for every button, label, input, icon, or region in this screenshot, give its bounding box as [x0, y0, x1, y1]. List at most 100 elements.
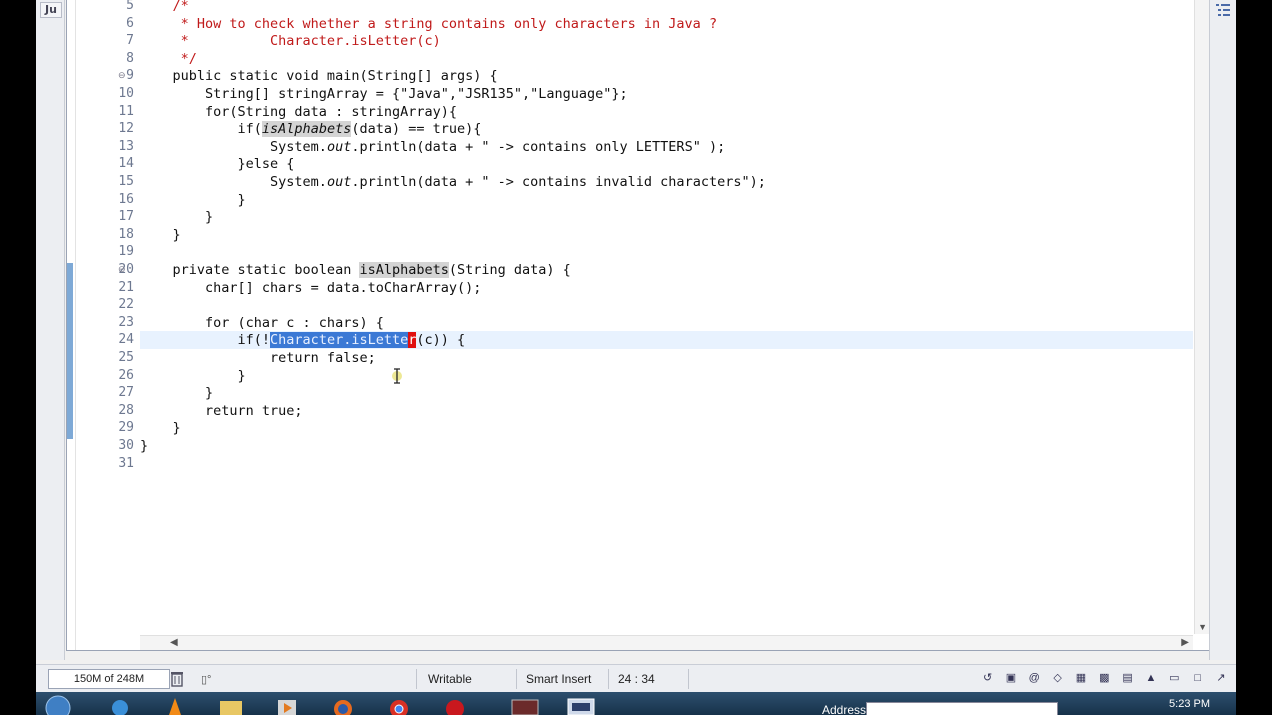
maximize-icon[interactable]: □ — [1191, 671, 1205, 685]
left-trim: Ju — [36, 0, 65, 660]
line-number: 5 — [126, 0, 134, 13]
code-line[interactable]: if(isAlphabets(data) == true){ — [140, 120, 481, 138]
code-token: (String data) { — [448, 262, 571, 278]
vlc-app-icon[interactable] — [154, 692, 196, 715]
garbage-collect-icon[interactable] — [170, 670, 184, 688]
code-line[interactable]: public static void main(String[] args) { — [140, 67, 498, 85]
address-input[interactable] — [866, 702, 1058, 715]
code-line[interactable]: } — [140, 367, 246, 385]
line-number: 22 — [118, 297, 134, 313]
right-trim — [1209, 0, 1236, 660]
declaration-icon[interactable]: ▦ — [1074, 671, 1088, 685]
code-line[interactable]: char[] chars = data.toCharArray(); — [140, 279, 481, 297]
code-line[interactable]: return false; — [140, 349, 376, 367]
vertical-scrollbar[interactable]: ▼ — [1194, 0, 1209, 634]
horizontal-scrollbar[interactable]: ◀ ▶ — [140, 635, 1193, 650]
code-token: out — [326, 174, 352, 190]
pin-icon[interactable]: ↗ — [1214, 671, 1228, 685]
code-token: isAlphabets — [261, 121, 352, 138]
javadoc-icon[interactable]: ◇ — [1051, 671, 1065, 685]
code-line[interactable]: /* — [140, 0, 189, 15]
code-area[interactable]: /* * How to check whether a string conta… — [140, 0, 1193, 634]
code-line[interactable]: System.out.println(data + " -> contains … — [140, 173, 766, 191]
address-toolbar-label: Address — [822, 703, 867, 715]
line-number: 19 — [118, 244, 134, 260]
code-token: }else { — [140, 156, 295, 173]
fold-toggle-icon[interactable]: ⊖ — [118, 71, 127, 80]
code-line[interactable]: }else { — [140, 155, 295, 173]
eclipse-window: Ju 5 6 7 8 9 ⊖ 10 11 12 13 14 15 16 17 18 19 20 ⊖ 21 22 23 24… — [36, 0, 1236, 715]
scroll-left-arrow-icon[interactable]: ◀ — [170, 637, 178, 648]
problems-icon[interactable]: ▲ — [1144, 671, 1158, 685]
chrome-app-icon[interactable] — [378, 692, 420, 715]
at-icon[interactable]: @ — [1027, 671, 1041, 685]
code-line[interactable]: for (char c : chars) { — [140, 314, 384, 332]
code-line[interactable]: } — [140, 419, 181, 437]
quick-tip-icon[interactable]: ▯° — [201, 670, 211, 690]
code-token: .println(data + " -> contains invalid ch… — [351, 174, 766, 190]
line-number: 30 — [118, 438, 134, 453]
line-number: 7 — [126, 33, 134, 49]
console-icon[interactable]: ▩ — [1097, 671, 1111, 685]
code-line[interactable]: } — [140, 208, 213, 226]
fold-toggle-icon[interactable]: ⊖ — [118, 265, 127, 274]
code-line[interactable]: * Character.isLetter(c) — [140, 32, 441, 50]
ie-app-icon[interactable] — [98, 692, 140, 715]
code-line[interactable]: * How to check whether a string contains… — [140, 15, 717, 33]
eclipse-app-icon[interactable] — [560, 692, 602, 715]
code-token: for (char c : chars) { — [140, 314, 384, 331]
code-line[interactable]: for(String data : stringArray){ — [140, 103, 457, 121]
status-separator — [688, 669, 689, 689]
monitor-icon[interactable]: ▣ — [1004, 671, 1018, 685]
code-token: return false; — [140, 350, 376, 366]
code-line[interactable]: System.out.println(data + " -> contains … — [140, 138, 725, 156]
code-token: } — [140, 367, 246, 384]
system-clock[interactable]: 5:23 PM — [1169, 698, 1210, 710]
code-line[interactable]: private static boolean isAlphabets(Strin… — [140, 261, 571, 279]
line-number: 9 — [126, 68, 134, 84]
junit-view-tab[interactable]: Ju — [40, 2, 62, 18]
screen-recorder-app-icon[interactable] — [434, 692, 476, 715]
current-code-line[interactable]: if(!Character.isLetter(c)) { — [140, 331, 1193, 350]
java-editor[interactable]: 5 6 7 8 9 ⊖ 10 11 12 13 14 15 16 17 18 19 20 ⊖ 21 22 23 24 25 2… — [66, 0, 1210, 651]
line-number: 12 — [118, 121, 134, 137]
code-token: System. — [140, 174, 327, 190]
scroll-down-arrow-icon[interactable]: ▼ — [1198, 622, 1207, 632]
line-number: 24 — [118, 332, 134, 348]
link-icon[interactable]: ↺ — [981, 671, 995, 685]
media-player-app-icon[interactable] — [266, 692, 308, 715]
firefox-app-icon[interactable] — [322, 692, 364, 715]
code-line[interactable]: return true; — [140, 402, 303, 420]
code-token: System. — [140, 138, 327, 155]
minimize-icon[interactable]: ▭ — [1167, 671, 1181, 685]
range-indicator — [67, 263, 73, 439]
code-line[interactable]: */ — [140, 50, 197, 68]
code-token: } — [140, 209, 214, 226]
code-token: (data) == true){ — [351, 121, 482, 138]
code-line[interactable]: } — [140, 437, 148, 455]
perspective-toolbar: ↺ ▣ @ ◇ ▦ ▩ ▤ ▲ ▭ □ ↗ — [975, 670, 1228, 688]
line-number: 27 — [118, 385, 134, 401]
line-number: 6 — [126, 15, 134, 31]
code-token: for(String data : stringArray){ — [140, 103, 457, 120]
code-line[interactable]: String[] stringArray = {"Java","JSR135",… — [140, 85, 628, 103]
code-line[interactable]: } — [140, 226, 181, 244]
code-token: isAlphabets — [359, 262, 449, 278]
status-separator — [416, 669, 417, 689]
camtasia-app-icon[interactable] — [504, 692, 546, 715]
code-line[interactable]: } — [140, 191, 246, 209]
start-button-icon[interactable] — [42, 692, 74, 715]
code-line[interactable]: } — [140, 384, 213, 402]
code-token: } — [140, 226, 181, 243]
progress-icon[interactable]: ▤ — [1121, 671, 1135, 685]
heap-status[interactable]: 150M of 248M — [48, 669, 170, 689]
code-token: public static void main(String[] args) { — [140, 68, 498, 85]
outline-view-icon[interactable] — [1215, 2, 1231, 20]
scroll-right-arrow-icon[interactable]: ▶ — [1181, 637, 1189, 648]
selected-text: Character.isLette — [270, 332, 409, 349]
code-token: } — [140, 420, 181, 437]
editor-mode: Writable — [428, 672, 472, 686]
code-token: } — [140, 438, 149, 454]
explorer-app-icon[interactable] — [210, 692, 252, 715]
line-number: 18 — [118, 226, 134, 242]
